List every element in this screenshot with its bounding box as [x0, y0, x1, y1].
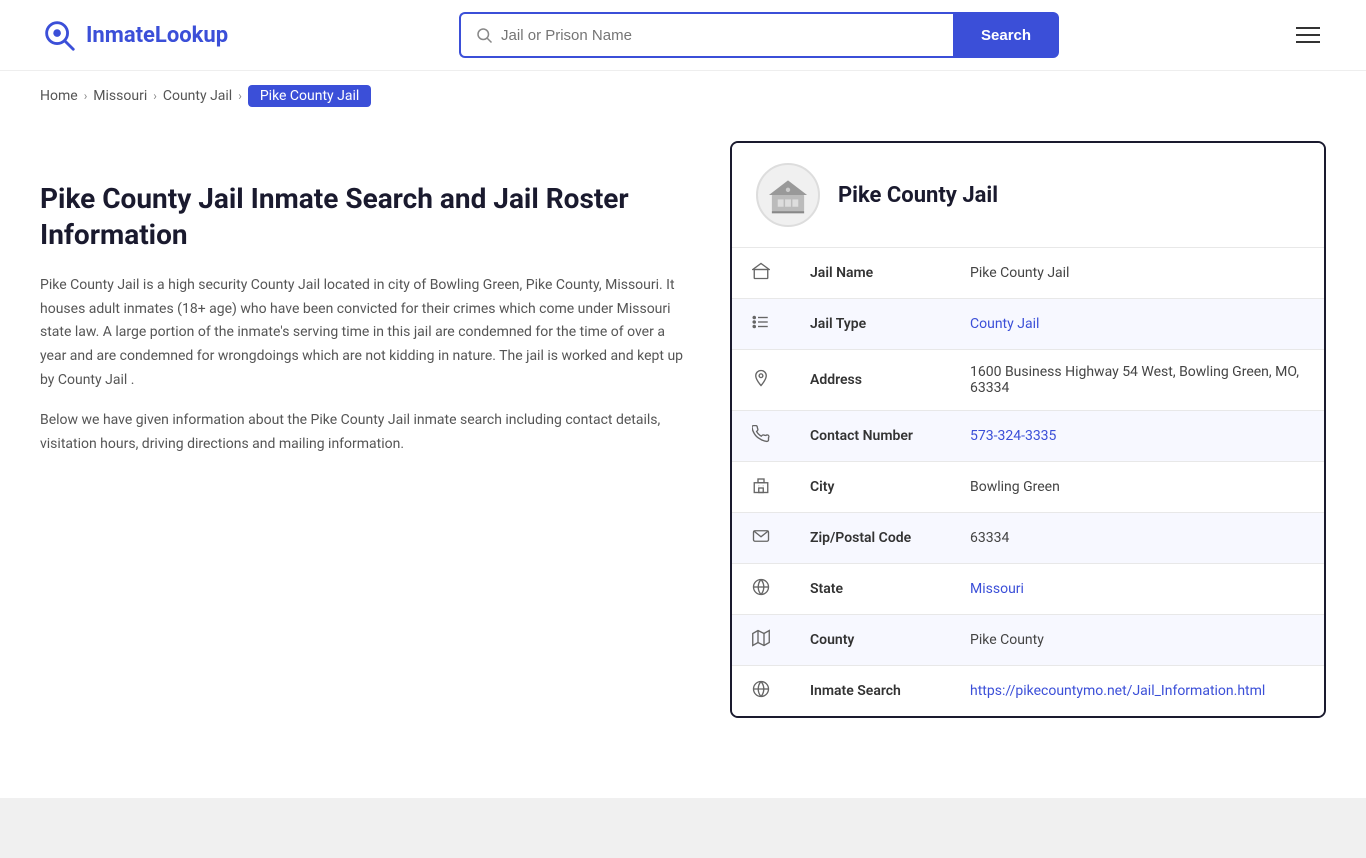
hamburger-line-3	[1296, 41, 1320, 43]
logo-link[interactable]: InmateLookup	[40, 16, 228, 54]
row-icon-list	[732, 299, 790, 350]
row-label-7: County	[790, 615, 950, 666]
row-value-5: 63334	[950, 513, 1324, 564]
table-row: CountyPike County	[732, 615, 1324, 666]
row-icon-globe	[732, 564, 790, 615]
footer-bar	[0, 798, 1366, 858]
left-column: Pike County Jail Inmate Search and Jail …	[40, 141, 690, 718]
logo-text: InmateLookup	[86, 23, 228, 48]
hamburger-line-1	[1296, 27, 1320, 29]
jail-building-icon	[766, 173, 810, 217]
row-value-3[interactable]: 573-324-3335	[950, 411, 1324, 462]
right-column: Pike County Jail Jail NamePike County Ja…	[730, 141, 1326, 718]
info-card-title: Pike County Jail	[838, 183, 998, 208]
row-icon-phone	[732, 411, 790, 462]
table-row: Zip/Postal Code63334	[732, 513, 1324, 564]
jail-avatar	[756, 163, 820, 227]
breadcrumb: Home › Missouri › County Jail › Pike Cou…	[0, 71, 1366, 121]
page-title: Pike County Jail Inmate Search and Jail …	[40, 181, 690, 254]
row-link-8[interactable]: https://pikecountymo.net/Jail_Informatio…	[970, 683, 1265, 699]
table-row: Contact Number 573-324-3335	[732, 411, 1324, 462]
row-link-1[interactable]: County Jail	[970, 316, 1039, 332]
search-input-wrapper	[459, 12, 953, 58]
row-link-3[interactable]: 573-324-3335	[970, 428, 1056, 444]
hamburger-line-2	[1296, 34, 1320, 36]
row-icon-map	[732, 615, 790, 666]
row-label-1: Jail Type	[790, 299, 950, 350]
row-icon-globe2	[732, 666, 790, 717]
header: InmateLookup Search	[0, 0, 1366, 71]
row-link-6[interactable]: Missouri	[970, 581, 1024, 597]
info-card: Pike County Jail Jail NamePike County Ja…	[730, 141, 1326, 718]
breadcrumb-current: Pike County Jail	[248, 85, 371, 107]
search-input[interactable]	[501, 27, 939, 44]
main-content: Pike County Jail Inmate Search and Jail …	[0, 121, 1366, 758]
breadcrumb-home[interactable]: Home	[40, 88, 78, 104]
page-description-2: Below we have given information about th…	[40, 409, 690, 457]
page-description-1: Pike County Jail is a high security Coun…	[40, 274, 690, 393]
row-icon-mail	[732, 513, 790, 564]
row-label-8: Inmate Search	[790, 666, 950, 717]
row-label-5: Zip/Postal Code	[790, 513, 950, 564]
search-icon	[475, 26, 493, 44]
breadcrumb-sep-1: ›	[84, 89, 88, 103]
row-icon-building	[732, 248, 790, 299]
table-row: Address1600 Business Highway 54 West, Bo…	[732, 350, 1324, 411]
table-row: Jail NamePike County Jail	[732, 248, 1324, 299]
row-value-0: Pike County Jail	[950, 248, 1324, 299]
row-icon-city	[732, 462, 790, 513]
breadcrumb-sep-2: ›	[153, 89, 157, 103]
table-row: Jail Type County Jail	[732, 299, 1324, 350]
row-label-0: Jail Name	[790, 248, 950, 299]
row-label-2: Address	[790, 350, 950, 411]
breadcrumb-county-jail[interactable]: County Jail	[163, 88, 232, 104]
hamburger-menu[interactable]	[1290, 21, 1326, 49]
row-value-1[interactable]: County Jail	[950, 299, 1324, 350]
table-row: CityBowling Green	[732, 462, 1324, 513]
row-value-2: 1600 Business Highway 54 West, Bowling G…	[950, 350, 1324, 411]
row-label-3: Contact Number	[790, 411, 950, 462]
breadcrumb-missouri[interactable]: Missouri	[93, 88, 147, 104]
breadcrumb-sep-3: ›	[238, 89, 242, 103]
info-card-header: Pike County Jail	[732, 143, 1324, 248]
row-value-6[interactable]: Missouri	[950, 564, 1324, 615]
row-label-4: City	[790, 462, 950, 513]
table-row: Inmate Search https://pikecountymo.net/Ja…	[732, 666, 1324, 717]
table-row: State Missouri	[732, 564, 1324, 615]
row-icon-pin	[732, 350, 790, 411]
search-bar: Search	[459, 12, 1059, 58]
row-value-8[interactable]: https://pikecountymo.net/Jail_Informatio…	[950, 666, 1324, 717]
info-table: Jail NamePike County JailJail Type County…	[732, 248, 1324, 716]
logo-icon	[40, 16, 78, 54]
search-button[interactable]: Search	[953, 12, 1059, 58]
row-value-7: Pike County	[950, 615, 1324, 666]
row-value-4: Bowling Green	[950, 462, 1324, 513]
row-label-6: State	[790, 564, 950, 615]
